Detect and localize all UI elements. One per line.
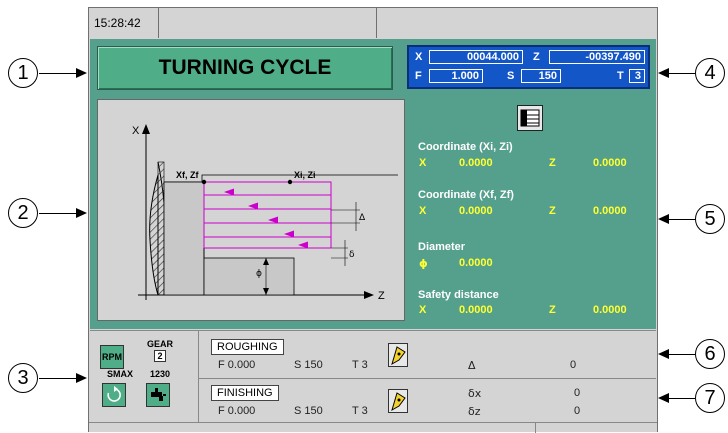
divider — [198, 378, 656, 379]
gear-value: 2 — [154, 350, 166, 362]
speed-value: 150 — [521, 69, 561, 83]
tool-value: 3 — [629, 69, 645, 83]
safety-z-value[interactable]: 0.0000 — [593, 304, 627, 316]
initial-x-label: X — [419, 157, 427, 169]
initial-z-label: Z — [549, 157, 556, 169]
callout-3-arrow — [39, 378, 77, 379]
z-axis-label: Z — [378, 290, 385, 302]
callout-7-arrow — [669, 398, 695, 399]
finishing-feed[interactable]: F 0.000 — [218, 405, 255, 417]
finishing-tool[interactable]: T 3 — [352, 405, 368, 417]
final-z-label: Z — [549, 205, 556, 217]
feed-value: 1.000 — [429, 69, 483, 83]
diameter-label: Diameter — [418, 241, 466, 253]
arrowhead — [658, 349, 669, 359]
smax-label: SMAX — [107, 369, 134, 379]
roughing-delta-value[interactable]: 0 — [570, 359, 576, 371]
callout-3: 3 — [8, 363, 38, 393]
cycle-diagram: X Z Xf, Zf Xi, Zi Δ δ ϕ — [97, 99, 405, 321]
cycle-title-button[interactable]: TURNING CYCLE — [97, 46, 393, 90]
arrowhead — [76, 373, 87, 383]
initial-z-value[interactable]: 0.0000 — [593, 157, 627, 169]
callout-4: 4 — [695, 58, 725, 88]
speed-label: S — [507, 70, 515, 82]
finishing-dx-value[interactable]: 0 — [574, 387, 580, 399]
callout-7: 7 — [695, 383, 725, 413]
cycle-type-icon[interactable] — [517, 105, 543, 131]
roughing-feed[interactable]: F 0.000 — [218, 359, 255, 371]
delta-label: Δ — [359, 213, 366, 223]
arrowhead — [658, 393, 669, 403]
safety-x-label: X — [419, 304, 427, 316]
x-axis-label: X — [415, 51, 423, 63]
callout-4-arrow — [669, 73, 695, 74]
clock: 15:28:42 — [89, 8, 159, 38]
finishing-dz-value[interactable]: 0 — [574, 405, 580, 417]
initial-coord-label: Coordinate (Xi, Zi) — [418, 141, 513, 153]
roughing-tool-button[interactable] — [388, 343, 408, 367]
arrowhead — [658, 214, 669, 224]
final-x-value[interactable]: 0.0000 — [459, 205, 493, 217]
arrowhead — [76, 68, 87, 78]
xi-zi-label: Xi, Zi — [294, 170, 316, 180]
finishing-dx-label: δx — [468, 387, 482, 400]
spindle-direction-button[interactable] — [102, 383, 126, 407]
initial-x-value[interactable]: 0.0000 — [459, 157, 493, 169]
xf-zf-label: Xf, Zf — [176, 170, 199, 180]
position-display: X 00044.000 Z -00397.490 F 1.000 S 150 T… — [407, 45, 650, 89]
final-x-label: X — [419, 205, 427, 217]
callout-6: 6 — [695, 339, 725, 369]
cnc-screen: 15:28:42 TURNING CYCLE X 00044.000 Z -00… — [88, 7, 658, 433]
rotate-cw-icon — [107, 386, 121, 402]
final-z-value[interactable]: 0.0000 — [593, 205, 627, 217]
callout-2-arrow — [39, 213, 77, 214]
rpm-button[interactable]: RPM — [100, 345, 124, 369]
finishing-dz-label: δz — [468, 405, 481, 418]
callout-1: 1 — [8, 58, 38, 88]
feed-label: F — [415, 70, 422, 82]
arrowhead — [658, 68, 669, 78]
safety-x-value[interactable]: 0.0000 — [459, 304, 493, 316]
coolant-button[interactable] — [146, 383, 170, 407]
machining-conditions-panel: RPM GEAR 2 SMAX 1230 ROUGHING F 0.000 S … — [90, 330, 656, 423]
diameter-symbol: ϕ — [419, 257, 428, 270]
roughing-speed[interactable]: S 150 — [294, 359, 323, 371]
gear-label: GEAR — [147, 339, 174, 349]
diameter-value[interactable]: 0.0000 — [459, 257, 493, 269]
final-coord-label: Coordinate (Xf, Zf) — [418, 189, 514, 201]
roughing-tool[interactable]: T 3 — [352, 359, 368, 371]
small-delta-label: δ — [349, 250, 355, 260]
callout-1-arrow — [39, 73, 77, 74]
tool-insert-icon — [391, 346, 406, 366]
safety-distance-label: Safety distance — [418, 289, 499, 301]
x-axis-label: X — [132, 125, 140, 137]
arrowhead — [76, 208, 87, 218]
x-position-value: 00044.000 — [429, 50, 523, 64]
finishing-tool-button[interactable] — [388, 389, 408, 413]
callout-2: 2 — [8, 198, 38, 228]
finishing-label[interactable]: FINISHING — [211, 385, 279, 401]
roughing-label[interactable]: ROUGHING — [211, 339, 284, 355]
z-position-value: -00397.490 — [549, 50, 645, 64]
turning-diagram-graphic: X Z Xf, Zf Xi, Zi Δ δ ϕ — [132, 124, 398, 302]
tool-label: T — [617, 70, 624, 82]
diameter-symbol: ϕ — [256, 269, 262, 279]
status-strip — [89, 422, 657, 433]
callout-5: 5 — [695, 204, 725, 234]
callout-6-arrow — [669, 354, 695, 355]
coolant-tap-icon — [151, 388, 166, 401]
z-axis-label: Z — [533, 51, 540, 63]
safety-z-label: Z — [549, 304, 556, 316]
callout-5-arrow — [669, 219, 695, 220]
smax-value: 1230 — [150, 369, 171, 379]
finishing-speed[interactable]: S 150 — [294, 405, 323, 417]
turning-type-icon — [520, 109, 540, 127]
status-field-2 — [377, 8, 657, 38]
status-field-1 — [159, 8, 377, 38]
roughing-delta-label: Δ — [468, 359, 476, 372]
divider — [198, 331, 199, 423]
tool-insert-icon — [391, 392, 406, 412]
